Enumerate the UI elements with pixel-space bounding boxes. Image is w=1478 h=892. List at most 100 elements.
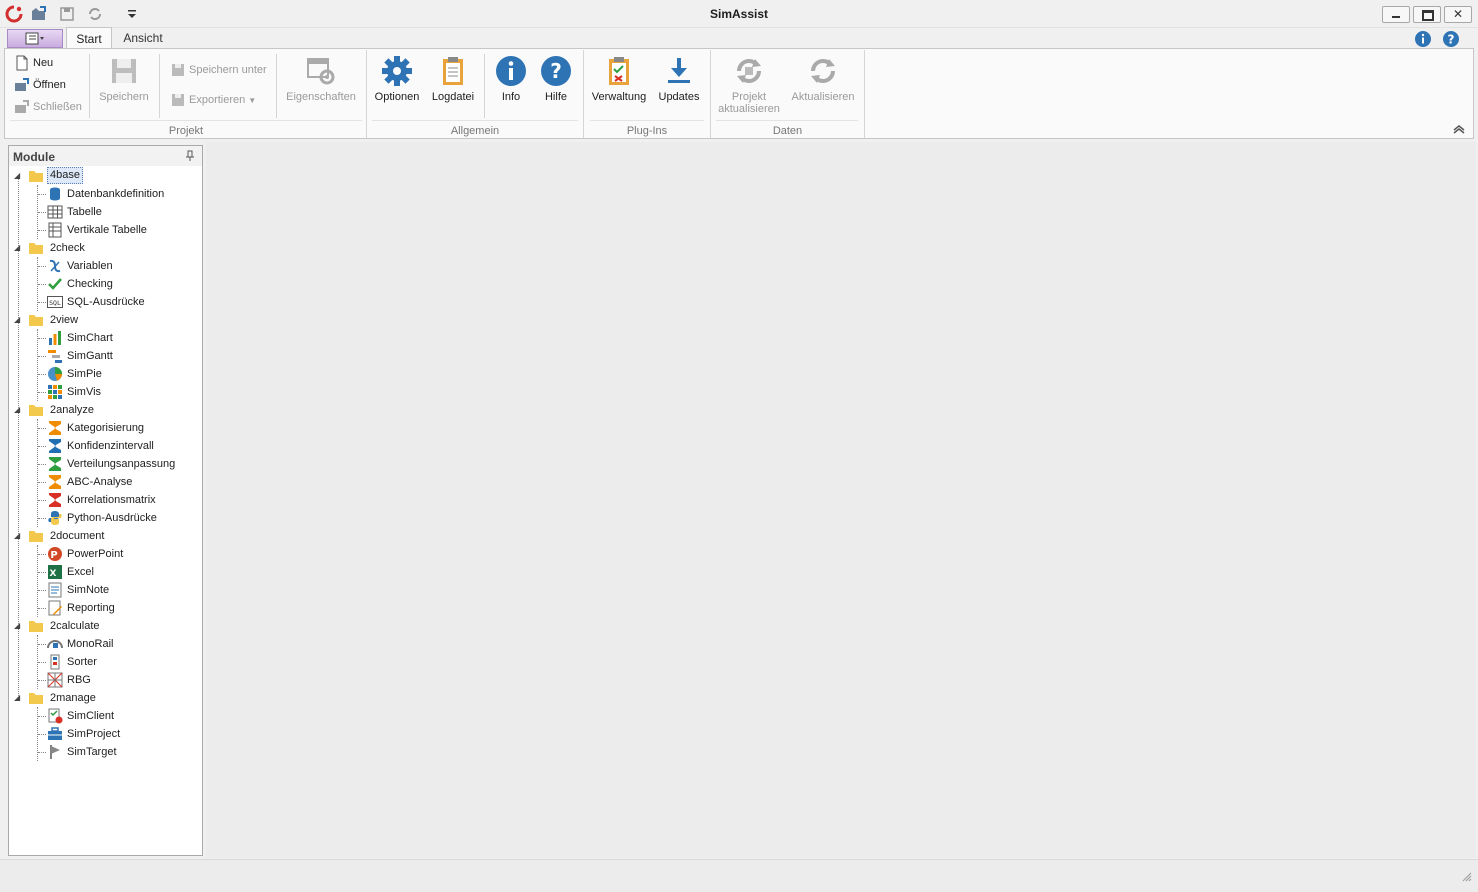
tree-group-2calculate[interactable]: ◢ 2calculate [9, 617, 202, 635]
tree-group-4base[interactable]: ◢ 4base [9, 167, 202, 185]
tree-item-sorter[interactable]: Sorter [9, 653, 202, 671]
eigenschaften-button[interactable]: Eigenschaften [282, 53, 360, 119]
tree-item-konfidenzintervall[interactable]: Konfidenzintervall [9, 437, 202, 455]
aktualisieren-button[interactable]: Aktualisieren [788, 53, 858, 119]
tree-item-rbg[interactable]: RBG [9, 671, 202, 689]
info-icon[interactable] [1414, 30, 1432, 48]
tree-item-verteilungsanpassung[interactable]: Verteilungsanpassung [9, 455, 202, 473]
info-icon [496, 56, 526, 86]
tree-item-python-ausdruecke[interactable]: Python-Ausdrücke [9, 509, 202, 527]
expand-arrow-icon[interactable]: ◢ [14, 311, 20, 329]
expand-arrow-icon[interactable]: ◢ [14, 527, 20, 545]
group-label-allgemein: Allgemein [450, 125, 500, 137]
tree-group-2manage[interactable]: ◢ 2manage [9, 689, 202, 707]
tree-group-2check[interactable]: ◢ 2check [9, 239, 202, 257]
group-label-projekt: Projekt [168, 125, 204, 137]
neu-button[interactable]: Neu [14, 54, 53, 72]
tree-item-simnote[interactable]: SimNote [9, 581, 202, 599]
tree-item-simvis[interactable]: SimVis [9, 383, 202, 401]
module-tree: ◢ 4base Datenbankdefinition Tabelle Vert… [9, 167, 202, 767]
tree-group-2view[interactable]: ◢ 2view [9, 311, 202, 329]
tab-start[interactable]: Start [66, 27, 112, 50]
group-label-plugins: Plug-Ins [626, 125, 668, 137]
projekt-aktualisieren-button[interactable]: Projekt aktualisieren [714, 53, 784, 117]
tree-group-2document[interactable]: ◢ 2document [9, 527, 202, 545]
tree-item-simproject[interactable]: SimProject [9, 725, 202, 743]
tree-item-simchart[interactable]: SimChart [9, 329, 202, 347]
tree-item-simclient[interactable]: SimClient [9, 707, 202, 725]
optionen-button[interactable]: Optionen [370, 53, 424, 119]
folder-icon [29, 621, 43, 632]
speichern-unter-button[interactable]: Speichern unter [170, 61, 267, 79]
flag-icon [50, 745, 60, 759]
expand-arrow-icon[interactable]: ◢ [14, 689, 20, 707]
help-icon[interactable]: ? [1442, 30, 1460, 48]
speichern-button[interactable]: Speichern [92, 53, 156, 119]
hilfe-button[interactable]: ? Hilfe [536, 53, 576, 119]
tree-item-simgantt[interactable]: SimGantt [9, 347, 202, 365]
checkmark-icon [48, 278, 62, 290]
minimize-icon [1392, 16, 1400, 18]
tab-ansicht[interactable]: Ansicht [116, 27, 170, 49]
customize-dropdown-icon[interactable] [124, 5, 142, 23]
sql-icon: SQL [47, 296, 63, 308]
export-icon [172, 94, 184, 107]
maximize-button[interactable] [1413, 6, 1441, 23]
schliessen-button[interactable]: Schließen [14, 98, 82, 116]
report-icon [48, 600, 62, 616]
tree-item-checking[interactable]: Checking [9, 275, 202, 293]
tree-item-tabelle[interactable]: Tabelle [9, 203, 202, 221]
refresh-icon[interactable] [86, 5, 104, 23]
tree-group-2analyze[interactable]: ◢ 2analyze [9, 401, 202, 419]
tree-item-simtarget[interactable]: SimTarget [9, 743, 202, 761]
file-menu-icon [25, 32, 44, 45]
tree-item-monorail[interactable]: MonoRail [9, 635, 202, 653]
oeffnen-button[interactable]: Öffnen [14, 76, 66, 94]
expand-arrow-icon[interactable]: ◢ [14, 617, 20, 635]
minimize-button[interactable] [1382, 6, 1410, 23]
tree-item-sql-ausdruecke[interactable]: SQL SQL-Ausdrücke [9, 293, 202, 311]
sigma-icon [49, 475, 61, 489]
tree-item-excel[interactable]: X Excel [9, 563, 202, 581]
close-button[interactable]: ✕ [1444, 6, 1472, 23]
plugin-manage-icon [609, 57, 629, 85]
tree-item-datenbankdefinition[interactable]: Datenbankdefinition [9, 185, 202, 203]
sigma-icon [49, 493, 61, 507]
help-icon: ? [541, 56, 571, 86]
tree-item-reporting[interactable]: Reporting [9, 599, 202, 617]
dropdown-arrow-icon: ▼ [248, 96, 257, 105]
info-button[interactable]: Info [490, 53, 532, 119]
expand-arrow-icon[interactable]: ◢ [14, 401, 20, 419]
updates-button[interactable]: Updates [654, 53, 704, 119]
gantt-icon [48, 350, 62, 363]
tree-item-korrelationsmatrix[interactable]: Korrelationsmatrix [9, 491, 202, 509]
tree-item-vertikale-tabelle[interactable]: Vertikale Tabelle [9, 221, 202, 239]
save-icon[interactable] [58, 5, 76, 23]
tree-item-kategorisierung[interactable]: Kategorisierung [9, 419, 202, 437]
tree-item-simpie[interactable]: SimPie [9, 365, 202, 383]
tree-item-variablen[interactable]: Variablen [9, 257, 202, 275]
pin-icon[interactable] [185, 150, 195, 162]
status-bar [0, 859, 1478, 892]
sorter-icon [50, 654, 60, 670]
collapse-ribbon-icon[interactable] [1452, 123, 1466, 135]
file-menu-button[interactable] [7, 29, 63, 48]
download-icon [668, 58, 690, 83]
expand-arrow-icon[interactable]: ◢ [14, 167, 20, 185]
svg-text:SQL: SQL [49, 299, 61, 307]
tree-item-abc-analyse[interactable]: ABC-Analyse [9, 473, 202, 491]
tree-item-powerpoint[interactable]: P PowerPoint [9, 545, 202, 563]
verwaltung-button[interactable]: Verwaltung [588, 53, 650, 119]
open-folder-icon[interactable] [30, 5, 48, 23]
logdatei-button[interactable]: Logdatei [428, 53, 478, 119]
folder-icon [29, 243, 43, 254]
maximize-icon [1422, 10, 1434, 21]
resize-grip-icon[interactable] [1460, 870, 1472, 882]
app-logo-icon[interactable] [5, 5, 23, 23]
open-folder-icon [15, 78, 29, 92]
exportieren-button[interactable]: Exportieren ▼ [170, 91, 256, 109]
refresh-icon [811, 59, 835, 83]
sigma-icon [49, 457, 61, 471]
expand-arrow-icon[interactable]: ◢ [14, 239, 20, 257]
folder-icon [29, 693, 43, 704]
